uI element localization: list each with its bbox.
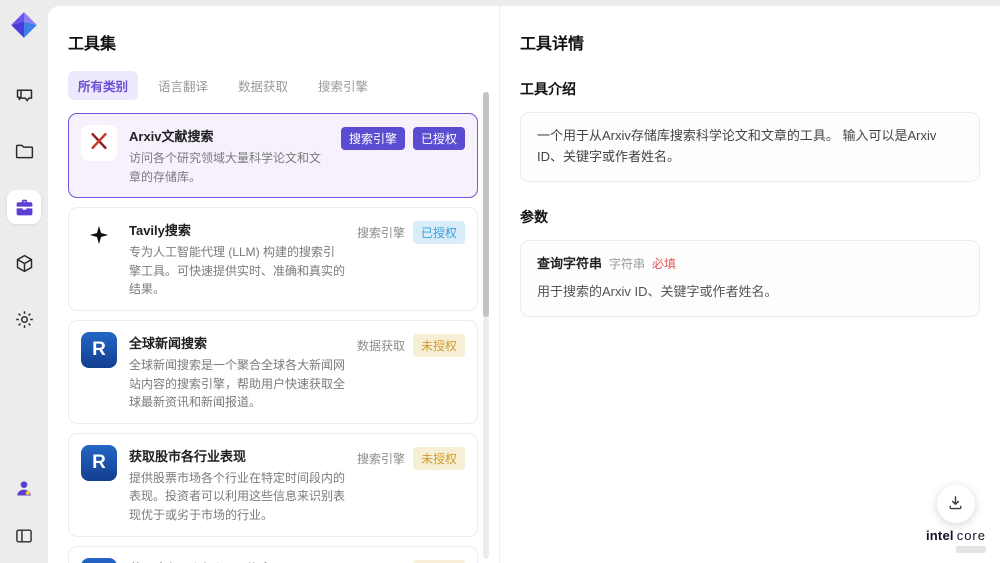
intel-wordmark: intel: [925, 527, 954, 543]
main-content: 工具集 所有类别 语言翻译 数据获取 搜索引擎 Arxiv文献搜索 访问各个研究领域大…: [48, 6, 1000, 563]
tool-description: 访问各个研究领域大量科学论文和文章的存储库。: [129, 151, 322, 184]
param-name: 查询字符串: [537, 255, 603, 271]
tool-intro-text: 一个用于从Arxiv存储库搜索科学论文和文章的工具。 输入可以是Arxiv ID…: [537, 128, 937, 164]
auth-status-badge: 未授权: [412, 559, 465, 563]
scrollbar-thumb[interactable]: [483, 92, 489, 317]
tool-icon: [81, 125, 117, 161]
tool-card[interactable]: R 获取市场最活跃股票信息 提供当天交易量最高的股票列表，投资者可以利用这些信息…: [68, 545, 478, 563]
page-title: 工具集: [68, 36, 117, 53]
intro-heading: 工具介绍: [520, 81, 576, 97]
param-box: 查询字符串 字符串 必填 用于搜索的Arxiv ID、关键字或作者姓名。: [520, 239, 980, 318]
param-description: 用于搜索的Arxiv ID、关键字或作者姓名。: [537, 284, 778, 300]
tool-card[interactable]: R 获取股市各行业表现 提供股票市场各个行业在特定时间段内的表现。投资者可以利用…: [68, 432, 478, 537]
gear-icon: [14, 309, 35, 330]
intel-core-logo: intel core: [925, 527, 986, 553]
sidebar-bottom: [7, 471, 41, 553]
sidebar-item-models[interactable]: [7, 246, 41, 280]
params-heading: 参数: [520, 208, 548, 225]
arxiv-logo-icon: [88, 130, 110, 157]
category-tag: 搜索引擎: [340, 127, 405, 150]
tool-icon: [81, 219, 117, 256]
blue-r-logo-icon: R: [92, 452, 106, 474]
detail-title: 工具详情: [520, 36, 585, 53]
blue-r-logo-icon: R: [92, 339, 106, 361]
tool-card[interactable]: R 全球新闻搜索 全球新闻搜索是一个聚合全球各大新闻网站内容的搜索引擎，帮助用户…: [68, 319, 478, 424]
category-tab-3[interactable]: 搜索引擎: [308, 71, 378, 100]
tools-list-panel: 工具集 所有类别 语言翻译 数据获取 搜索引擎 Arxiv文献搜索 访问各个研究领域大…: [48, 6, 500, 563]
sidebar-item-tools[interactable]: [7, 190, 41, 224]
panel-collapse-icon: [14, 526, 34, 546]
sidebar-item-settings[interactable]: [7, 302, 41, 336]
category-tab-0[interactable]: 所有类别: [68, 71, 139, 100]
category-tag: 搜索引擎: [356, 226, 405, 241]
category-tag: 数据获取: [356, 338, 405, 353]
auth-status-badge: 已授权: [412, 127, 465, 150]
tool-card[interactable]: Tavily搜索 专为人工智能代理 (LLM) 构建的搜索引擎工具。可快速提供实…: [68, 207, 478, 311]
floating-controls: intel core: [925, 484, 986, 553]
gem-logo-icon: [11, 12, 37, 38]
param-header: 查询字符串 字符串 必填: [537, 254, 963, 275]
tool-icon: R: [81, 331, 117, 368]
tool-detail-panel: 工具详情 工具介绍 一个用于从Arxiv存储库搜索科学论文和文章的工具。 输入可…: [500, 6, 1000, 563]
param-type: 字符串: [609, 256, 646, 271]
category-tab-1[interactable]: 语言翻译: [148, 71, 218, 100]
tool-icon: R: [81, 444, 117, 481]
download-icon: [947, 494, 964, 514]
sidebar-nav: [7, 78, 41, 336]
category-tag: 搜索引擎: [356, 451, 405, 466]
tool-list: Arxiv文献搜索 访问各个研究领域大量科学论文和文章的存储库。 搜索引擎 已授…: [68, 113, 478, 563]
tool-name: Tavily搜索: [129, 223, 191, 239]
sidebar: [0, 0, 48, 563]
tool-icon: R: [81, 557, 117, 563]
sidebar-item-chat[interactable]: [7, 78, 41, 112]
tool-name: 全球新闻搜索: [129, 335, 208, 351]
tool-description: 专为人工智能代理 (LLM) 构建的搜索引擎工具。可快速提供实时、准确和真实的结…: [129, 245, 346, 297]
tool-description: 提供股票市场各个行业在特定时间段内的表现。投资者可以利用这些信息来识别表现优于或…: [129, 470, 346, 522]
list-scrollbar[interactable]: [483, 92, 489, 559]
collapse-sidebar-button[interactable]: [7, 519, 41, 553]
tavily-star-icon: [88, 224, 110, 251]
sidebar-item-files[interactable]: [7, 134, 41, 168]
auth-status-badge: 已授权: [412, 221, 465, 245]
app-window: 工具集 所有类别 语言翻译 数据获取 搜索引擎 Arxiv文献搜索 访问各个研究领域大…: [0, 0, 1000, 563]
user-avatar[interactable]: [7, 471, 41, 505]
tool-description: 全球新闻搜索是一个聚合全球各大新闻网站内容的搜索引擎，帮助用户快速获取全球最新资…: [129, 357, 346, 410]
download-button[interactable]: [936, 484, 975, 523]
core-wordmark: core: [956, 527, 986, 543]
user-avatar-icon: [14, 478, 34, 498]
auth-status-badge: 未授权: [412, 333, 465, 357]
tool-intro-box: 一个用于从Arxiv存储库搜索科学论文和文章的工具。 输入可以是Arxiv ID…: [520, 112, 980, 182]
cube-icon: [14, 253, 35, 274]
param-required-badge: 必填: [652, 256, 677, 271]
category-tab-2[interactable]: 数据获取: [228, 71, 298, 100]
folder-icon: [14, 141, 35, 162]
tool-name: Arxiv文献搜索: [129, 129, 214, 144]
intel-ultra-mark: [956, 546, 986, 553]
tool-name: 获取市场最活跃股票信息: [129, 559, 347, 563]
tool-card[interactable]: Arxiv文献搜索 访问各个研究领域大量科学论文和文章的存储库。 搜索引擎 已授…: [68, 113, 478, 199]
tool-name: 获取股市各行业表现: [129, 448, 247, 464]
auth-status-badge: 未授权: [412, 446, 465, 470]
chat-icon: [14, 85, 35, 106]
briefcase-icon: [14, 197, 35, 218]
app-logo[interactable]: [9, 10, 39, 40]
category-tabs: 所有类别 语言翻译 数据获取 搜索引擎: [68, 71, 499, 100]
